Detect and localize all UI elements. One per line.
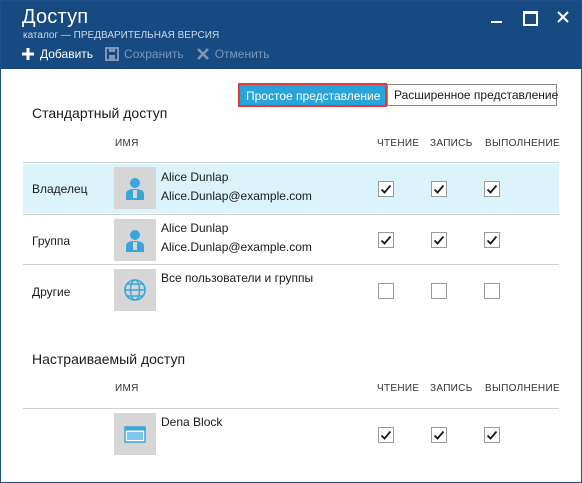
- col-header-exec: ВЫПОЛНЕНИЕ: [485, 383, 560, 394]
- app-window-icon: [114, 413, 156, 455]
- save-button[interactable]: Сохранить: [105, 47, 184, 61]
- user-name: Все пользователи и группы: [161, 271, 314, 285]
- blade-header: Доступ каталог — ПРЕДВАРИТЕЛЬНАЯ ВЕРСИЯ …: [1, 1, 581, 69]
- read-checkbox[interactable]: [378, 283, 394, 299]
- write-checkbox[interactable]: [431, 427, 447, 443]
- table-row-custom[interactable]: Dena Block: [23, 410, 559, 459]
- row-label: Группа: [32, 234, 71, 248]
- plus-icon: [21, 47, 35, 61]
- user-icon: [114, 219, 156, 261]
- col-header-name: ИМЯ: [115, 138, 139, 149]
- divider: [23, 264, 559, 265]
- read-checkbox[interactable]: [378, 232, 394, 248]
- execute-checkbox[interactable]: [484, 181, 500, 197]
- save-icon: [105, 47, 120, 61]
- table-row-group[interactable]: Группа Alice Dunlap Alice.Dunlap@example…: [23, 216, 559, 265]
- table-row-owner[interactable]: Владелец Alice Dunlap Alice.Dunlap@examp…: [23, 164, 559, 213]
- col-header-exec: ВЫПОЛНЕНИЕ: [485, 138, 560, 149]
- divider: [23, 214, 559, 215]
- x-icon: [196, 47, 210, 61]
- user-name: Dena Block: [161, 415, 223, 429]
- standard-access-title: Стандартный доступ: [32, 105, 168, 121]
- custom-access-title: Настраиваемый доступ: [32, 351, 186, 367]
- write-checkbox[interactable]: [431, 181, 447, 197]
- col-header-name: ИМЯ: [115, 383, 139, 394]
- user-name: Alice Dunlap: [161, 221, 229, 235]
- divider: [23, 162, 559, 163]
- close-icon[interactable]: [555, 9, 571, 25]
- user-name: Alice Dunlap: [161, 170, 229, 184]
- execute-checkbox[interactable]: [484, 283, 500, 299]
- row-label: Владелец: [32, 182, 88, 196]
- row-label: Другие: [32, 285, 71, 299]
- user-icon: [114, 167, 156, 209]
- globe-icon: [114, 269, 156, 311]
- blade-title: Доступ: [22, 6, 89, 28]
- cancel-button-label: Отменить: [214, 47, 270, 61]
- col-header-write: ЗАПИСЬ: [430, 138, 473, 149]
- simple-view-button[interactable]: Простое представление: [238, 83, 387, 107]
- user-email: Alice.Dunlap@example.com: [161, 189, 312, 203]
- advanced-view-button[interactable]: Расширенное представление: [387, 84, 558, 106]
- read-checkbox[interactable]: [378, 427, 394, 443]
- save-button-label: Сохранить: [124, 47, 184, 61]
- access-blade: Доступ каталог — ПРЕДВАРИТЕЛЬНАЯ ВЕРСИЯ …: [0, 0, 582, 483]
- read-checkbox[interactable]: [378, 181, 394, 197]
- add-button[interactable]: Добавить: [21, 47, 93, 61]
- minimize-icon[interactable]: [489, 9, 505, 25]
- execute-checkbox[interactable]: [484, 232, 500, 248]
- write-checkbox[interactable]: [431, 232, 447, 248]
- write-checkbox[interactable]: [431, 283, 447, 299]
- col-header-write: ЗАПИСЬ: [430, 383, 473, 394]
- col-header-read: ЧТЕНИЕ: [377, 138, 420, 149]
- col-header-read: ЧТЕНИЕ: [377, 383, 420, 394]
- divider: [23, 408, 559, 409]
- table-row-others[interactable]: Другие Все пользователи и группы: [23, 266, 559, 315]
- execute-checkbox[interactable]: [484, 427, 500, 443]
- toolbar: Добавить Сохранить Отменить: [21, 47, 270, 61]
- maximize-icon[interactable]: [522, 9, 538, 26]
- cancel-button[interactable]: Отменить: [196, 47, 270, 61]
- window-controls: [489, 9, 571, 26]
- user-email: Alice.Dunlap@example.com: [161, 240, 312, 254]
- blade-subtitle: каталог — ПРЕДВАРИТЕЛЬНАЯ ВЕРСИЯ: [23, 30, 220, 41]
- add-button-label: Добавить: [40, 47, 94, 61]
